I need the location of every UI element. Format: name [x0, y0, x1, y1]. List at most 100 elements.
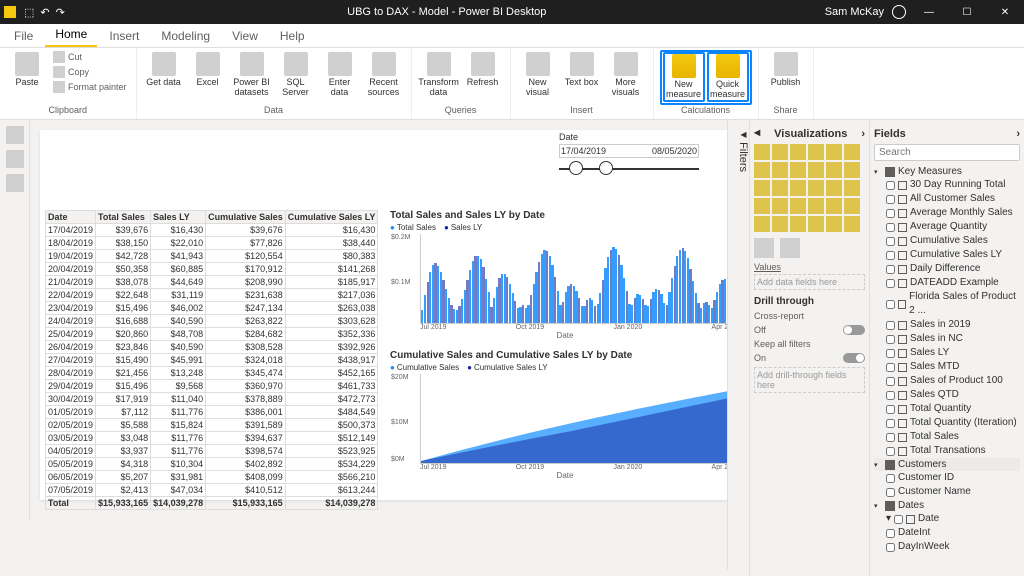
viz-type-icon[interactable]	[844, 198, 860, 214]
table-row[interactable]: 23/04/2019$15,496$46,002$247,134$263,038	[46, 302, 378, 315]
save-icon[interactable]: ⬚	[24, 6, 34, 19]
viz-type-icon[interactable]	[754, 144, 770, 160]
enter-data-button[interactable]: Enter data	[319, 50, 361, 100]
tab-modeling[interactable]: Modeling	[151, 25, 220, 47]
minimize-button[interactable]: —	[914, 7, 944, 18]
tab-insert[interactable]: Insert	[99, 25, 149, 47]
field-item[interactable]: Average Monthly Sales	[874, 206, 1020, 220]
filters-pane-collapsed[interactable]: ◀ Filters	[727, 120, 749, 570]
field-item[interactable]: Sales MTD	[874, 360, 1020, 374]
data-view-icon[interactable]	[6, 150, 24, 168]
user-name[interactable]: Sam McKay	[825, 6, 884, 18]
viz-type-icon[interactable]	[754, 180, 770, 196]
field-item[interactable]: 30 Day Running Total	[874, 178, 1020, 192]
model-view-icon[interactable]	[6, 174, 24, 192]
field-item[interactable]: Customer Name	[874, 485, 1020, 499]
viz-type-icon[interactable]	[772, 180, 788, 196]
chevron-right-icon[interactable]: ›	[861, 128, 865, 140]
recent-sources-button[interactable]: Recent sources	[363, 50, 405, 100]
field-item[interactable]: Total Quantity	[874, 402, 1020, 416]
date-slicer[interactable]: Date 17/04/201908/05/2020	[559, 132, 699, 170]
table-row[interactable]: 24/04/2019$16,688$40,590$263,822$303,628	[46, 315, 378, 328]
table-row[interactable]: 02/05/2019$5,588$15,824$391,589$500,373	[46, 419, 378, 432]
pbi-datasets-button[interactable]: Power BI datasets	[231, 50, 273, 100]
field-item[interactable]: Cumulative Sales	[874, 234, 1020, 248]
matrix-visual[interactable]: DateTotal SalesSales LYCumulative SalesC…	[45, 210, 375, 510]
viz-type-icon[interactable]	[844, 216, 860, 232]
table-row[interactable]: 29/04/2019$15,496$9,568$360,970$461,733	[46, 380, 378, 393]
field-item[interactable]: Daily Difference	[874, 262, 1020, 276]
viz-type-icon[interactable]	[826, 216, 842, 232]
slider-track[interactable]	[559, 168, 699, 170]
tab-file[interactable]: File	[4, 25, 43, 47]
keep-filters-toggle[interactable]	[843, 353, 865, 363]
field-item[interactable]: Total Sales	[874, 430, 1020, 444]
table-row[interactable]: 27/04/2019$15,490$45,991$324,018$438,917	[46, 354, 378, 367]
chevron-right-icon[interactable]: ›	[1016, 128, 1020, 140]
table-row[interactable]: 06/05/2019$5,207$31,981$408,099$566,210	[46, 471, 378, 484]
maximize-button[interactable]: ☐	[952, 7, 982, 18]
viz-type-icon[interactable]	[826, 198, 842, 214]
table-row[interactable]: 25/04/2019$20,860$48,708$284,682$352,336	[46, 328, 378, 341]
field-item[interactable]: Sales in NC	[874, 332, 1020, 346]
table-row[interactable]: 28/04/2019$21,456$13,248$345,474$452,165	[46, 367, 378, 380]
table-row[interactable]: 30/04/2019$17,919$11,040$378,889$472,773	[46, 393, 378, 406]
sql-server-button[interactable]: SQL Server	[275, 50, 317, 100]
fields-search-input[interactable]	[874, 144, 1020, 161]
field-item[interactable]: Florida Sales of Product 2 ...	[874, 290, 1020, 318]
field-item[interactable]: Sales of Product 100	[874, 374, 1020, 388]
field-item[interactable]: Total Quantity (Iteration)	[874, 416, 1020, 430]
table-row[interactable]: 17/04/2019$39,676$16,430$39,676$16,430	[46, 224, 378, 237]
chart-cumulative-sales[interactable]: Cumulative Sales and Cumulative Sales LY…	[390, 350, 740, 490]
viz-type-icon[interactable]	[844, 144, 860, 160]
viz-type-icon[interactable]	[772, 162, 788, 178]
table-dates[interactable]: ▾Dates	[874, 499, 1020, 512]
copy-button[interactable]: Copy	[50, 65, 130, 79]
viz-type-icon[interactable]	[826, 162, 842, 178]
viz-type-icon[interactable]	[790, 144, 806, 160]
field-item[interactable]: Customer ID	[874, 471, 1020, 485]
field-item[interactable]: Sales QTD	[874, 388, 1020, 402]
slider-handle-end[interactable]	[599, 161, 613, 175]
field-item[interactable]: DATEADD Example	[874, 276, 1020, 290]
table-row[interactable]: 18/04/2019$38,150$22,010$77,826$38,440	[46, 237, 378, 250]
viz-type-icon[interactable]	[808, 180, 824, 196]
cross-report-toggle[interactable]	[843, 325, 865, 335]
field-item[interactable]: Cumulative Sales LY	[874, 248, 1020, 262]
viz-type-icon[interactable]	[790, 162, 806, 178]
user-avatar-icon[interactable]	[892, 5, 906, 19]
redo-icon[interactable]: ↷	[56, 6, 65, 19]
viz-type-icon[interactable]	[808, 216, 824, 232]
chart-total-sales[interactable]: Total Sales and Sales LY by Date Total S…	[390, 210, 740, 340]
report-view-icon[interactable]	[6, 126, 24, 144]
table-row[interactable]: 01/05/2019$7,112$11,776$386,001$484,549	[46, 406, 378, 419]
viz-type-icon[interactable]	[844, 162, 860, 178]
table-key-measures[interactable]: ▾Key Measures	[874, 165, 1020, 178]
viz-type-icon[interactable]	[754, 198, 770, 214]
table-row[interactable]: 05/05/2019$4,318$10,304$402,892$534,229	[46, 458, 378, 471]
slider-handle-start[interactable]	[569, 161, 583, 175]
quick-measure-button[interactable]: Quick measure	[707, 52, 749, 102]
viz-type-icon[interactable]	[790, 216, 806, 232]
new-measure-button[interactable]: New measure	[663, 52, 705, 102]
table-row[interactable]: 07/05/2019$2,413$47,034$410,512$613,244	[46, 484, 378, 497]
more-visuals-button[interactable]: More visuals	[605, 50, 647, 100]
table-row[interactable]: 26/04/2019$23,846$40,590$308,528$392,926	[46, 341, 378, 354]
refresh-button[interactable]: Refresh	[462, 50, 504, 90]
undo-icon[interactable]: ↶	[40, 6, 49, 19]
close-button[interactable]: ✕	[990, 7, 1020, 18]
publish-button[interactable]: Publish	[765, 50, 807, 90]
paste-button[interactable]: Paste	[6, 50, 48, 90]
field-item[interactable]: Sales in 2019	[874, 318, 1020, 332]
text-box-button[interactable]: Text box	[561, 50, 603, 90]
viz-type-icon[interactable]	[808, 198, 824, 214]
field-item[interactable]: All Customer Sales	[874, 192, 1020, 206]
format-painter-button[interactable]: Format painter	[50, 80, 130, 94]
viz-type-icon[interactable]	[754, 162, 770, 178]
viz-type-icon[interactable]	[790, 198, 806, 214]
fields-tab-icon[interactable]	[754, 238, 774, 258]
transform-data-button[interactable]: Transform data	[418, 50, 460, 100]
viz-type-icon[interactable]	[772, 144, 788, 160]
table-row[interactable]: 22/04/2019$22,648$31,119$231,638$217,036	[46, 289, 378, 302]
report-canvas[interactable]: Date 17/04/201908/05/2020 DateTotal Sale…	[30, 120, 749, 576]
